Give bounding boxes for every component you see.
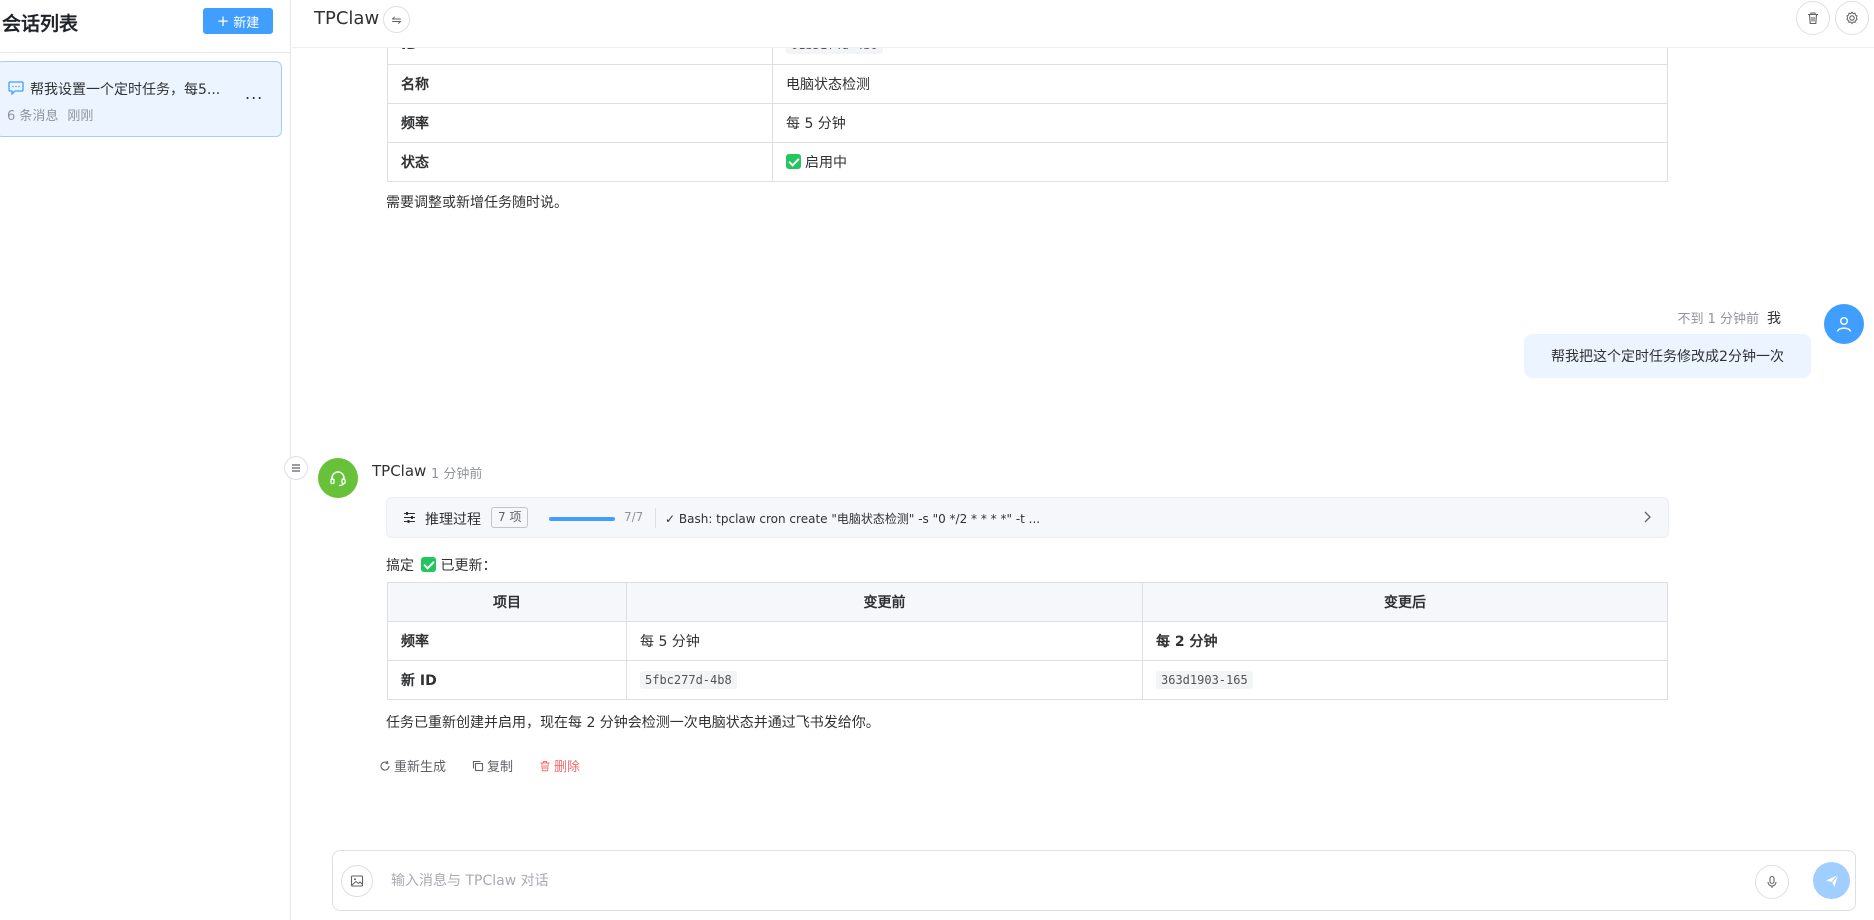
- trash-icon: [1808, 12, 1818, 25]
- table-cell: 频率: [387, 621, 627, 661]
- session-title: 帮我设置一个定时任务，每5...: [30, 82, 221, 98]
- regenerate-button[interactable]: 重新生成: [379, 756, 446, 775]
- reasoning-panel[interactable]: 推理过程 7 项 7/7 ✓ Bash: tpclaw cron create …: [386, 497, 1669, 538]
- table-cell: 新 ID: [387, 660, 627, 700]
- sidebar: 会话列表 + 新建 帮我设置一个定时任务，每5... 6 条消息 刚刚 ...: [0, 0, 291, 920]
- image-icon: [350, 875, 364, 887]
- table-row: 名称 电脑状态检测: [387, 64, 1668, 104]
- table-header-row: 项目 变更前 变更后: [387, 582, 1668, 622]
- assistant-avatar: [318, 458, 358, 498]
- copy-icon: [472, 760, 484, 771]
- table-row: 频率 每 5 分钟: [387, 103, 1668, 143]
- user-message-bubble: 帮我把这个定时任务修改成2分钟一次: [1524, 334, 1811, 378]
- table-cell: 名称: [387, 64, 773, 104]
- reasoning-progress-fill: [549, 517, 615, 521]
- session-time: 刚刚: [67, 109, 94, 124]
- status-text: 启用中: [805, 155, 847, 171]
- gear-icon: [1846, 11, 1858, 25]
- delete-icon: [540, 760, 550, 771]
- assistant-summary: 任务已重新创建并启用，现在每 2 分钟会检测一次电脑状态并通过飞书发给你。: [386, 715, 880, 731]
- user-message-time: 不到 1 分钟前: [1677, 312, 1759, 327]
- chat-icon: [8, 81, 24, 95]
- tune-icon: [404, 512, 415, 523]
- task-table: ID 01b51f4d-4b0 名称 电脑状态检测 频率 每 5 分钟 状态 启…: [387, 25, 1668, 182]
- session-item[interactable]: 帮我设置一个定时任务，每5... 6 条消息 刚刚 ...: [0, 61, 282, 137]
- check-icon: [421, 557, 437, 572]
- table-cell: 电脑状态检测: [772, 64, 1668, 104]
- voice-input-button[interactable]: [1755, 865, 1789, 899]
- change-table: 项目 变更前 变更后 频率 每 5 分钟 每 2 分钟 新 ID 5fbc277…: [387, 582, 1668, 700]
- refresh-icon: [380, 760, 390, 771]
- intro-suffix: 已更新：: [440, 558, 497, 574]
- table-cell: 启用中: [772, 142, 1668, 182]
- table-cell: 5fbc277d-4b8: [626, 660, 1143, 700]
- task-note: 需要调整或新增任务随时说。: [386, 195, 568, 211]
- session-message-count: 6 条消息: [7, 109, 59, 124]
- message-input[interactable]: [389, 867, 1489, 895]
- check-icon: [786, 154, 801, 169]
- new-id-code: 363d1903-165: [1156, 671, 1253, 689]
- reasoning-progress-bar: [549, 517, 615, 521]
- table-header: 变更后: [1142, 582, 1668, 622]
- reasoning-progress-text: 7/7: [624, 510, 644, 524]
- headset-icon: [330, 471, 346, 487]
- sidebar-title: 会话列表: [2, 13, 79, 35]
- switch-icon[interactable]: ⇋: [383, 6, 410, 33]
- table-row: 状态 启用中: [387, 142, 1668, 182]
- send-button[interactable]: [1813, 862, 1850, 899]
- chevron-right-icon[interactable]: [1640, 510, 1654, 524]
- image-upload-button[interactable]: [341, 865, 373, 897]
- intro-prefix: 搞定: [386, 558, 414, 574]
- settings-button[interactable]: [1835, 1, 1869, 35]
- table-header: 变更前: [626, 582, 1143, 622]
- top-bar: TPClaw ⇋: [292, 0, 1874, 48]
- reasoning-count-badge: 7 项: [491, 507, 529, 528]
- regenerate-label: 重新生成: [394, 760, 447, 775]
- divider: [655, 508, 656, 528]
- app-title: TPClaw: [314, 8, 380, 29]
- table-cell: 每 5 分钟: [772, 103, 1668, 143]
- table-cell: 状态: [387, 142, 773, 182]
- clear-chat-button[interactable]: [1796, 1, 1830, 35]
- new-session-button[interactable]: + 新建: [203, 8, 273, 34]
- user-avatar: [1824, 304, 1864, 344]
- old-id-code: 5fbc277d-4b8: [640, 671, 737, 689]
- table-header: 项目: [387, 582, 627, 622]
- plus-icon: +: [216, 11, 230, 30]
- send-icon: [1825, 874, 1838, 887]
- reasoning-label: 推理过程: [425, 512, 481, 528]
- assistant-time: 1 分钟前: [431, 467, 483, 482]
- delete-label: 删除: [554, 760, 581, 775]
- menu-icon: [292, 464, 300, 472]
- table-cell: 频率: [387, 103, 773, 143]
- table-cell: 每 2 分钟: [1142, 621, 1668, 661]
- user-icon: [1836, 317, 1852, 332]
- new-session-label: 新建: [233, 15, 260, 31]
- toggle-sidebar-button[interactable]: [284, 456, 308, 480]
- assistant-intro: 搞定 已更新：: [386, 555, 496, 575]
- user-message-meta: 不到 1 分钟前我: [1677, 308, 1781, 328]
- copy-label: 复制: [487, 760, 514, 775]
- mic-icon: [1767, 875, 1777, 888]
- message-actions: 重新生成 复制 删除: [379, 756, 580, 775]
- user-name: 我: [1767, 311, 1781, 327]
- assistant-name: TPClaw: [372, 462, 427, 480]
- message-composer: [332, 850, 1856, 911]
- session-meta: 6 条消息 刚刚: [7, 105, 93, 124]
- table-cell: 363d1903-165: [1142, 660, 1668, 700]
- table-row: 新 ID 5fbc277d-4b8 363d1903-165: [387, 660, 1668, 700]
- session-more-button[interactable]: ...: [245, 84, 263, 103]
- copy-button[interactable]: 复制: [472, 756, 513, 775]
- delete-button[interactable]: 删除: [539, 756, 580, 775]
- reasoning-step: ✓ Bash: tpclaw cron create "电脑状态检测" -s "…: [665, 512, 1041, 526]
- table-row: 频率 每 5 分钟 每 2 分钟: [387, 621, 1668, 661]
- table-cell: 每 5 分钟: [626, 621, 1143, 661]
- sidebar-header: 会话列表 + 新建: [0, 0, 290, 53]
